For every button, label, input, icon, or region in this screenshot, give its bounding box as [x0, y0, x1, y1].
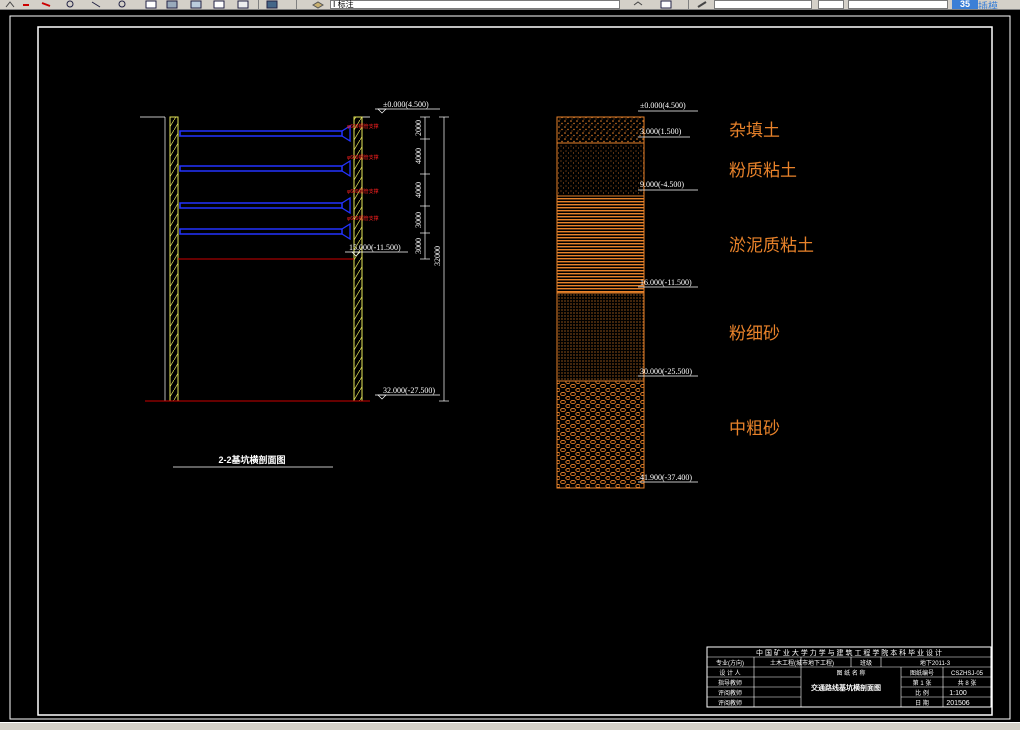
- soil-elevation-2: 3.000(1.500): [638, 127, 690, 138]
- tb-school: 中 国 矿 业 大 学 力 学 与 建 筑 工 程 学 院 本 科 毕 业 设 …: [756, 648, 942, 657]
- tb-drawing-no: CSZHSJ-05: [951, 671, 984, 677]
- soil-elevation-text-6: 41.900(-37.400): [640, 473, 692, 482]
- tb-major-label: 专业(方向): [716, 659, 744, 667]
- tb-class-label: 班级: [860, 659, 872, 667]
- soil-elevation-text-5: 30.000(-25.500): [640, 367, 692, 376]
- tb-sheet-label: 第 1 张: [913, 679, 932, 687]
- soil-elevation-3: 9.000(-4.500): [638, 180, 698, 191]
- dim-text-5: 3000: [414, 238, 423, 254]
- soil-layer-3: [556, 195, 645, 294]
- cad-window: { "toolbar": { "layer_label": "Ⅰ 标注", "r…: [0, 0, 1020, 730]
- soil-elevation-text-1: ±0.000(4.500): [640, 101, 686, 110]
- tb-scale-label: 比 例: [915, 689, 929, 697]
- tb-major-value: 土木工程(城市地下工程): [770, 659, 834, 667]
- section-title: 2-2基坑横剖面图: [218, 454, 285, 465]
- soil-layer-name-5: 中粗砂: [729, 419, 780, 438]
- elevation-text-mid: 15.000(-11.500): [349, 243, 401, 252]
- steel-strut-2: [179, 159, 351, 178]
- dim-text-4: 3000: [414, 212, 423, 228]
- soil-elevation-5: 30.000(-25.500): [638, 367, 698, 377]
- soil-column[interactable]: ±0.000(4.500) 3.000(1.500) 9.000(-4.500)…: [556, 101, 814, 489]
- soil-elevation-text-4: 16.000(-11.500): [640, 278, 692, 287]
- drawing-canvas[interactable]: φ609钢管支撑 φ609钢管支撑 φ609钢管支撑 φ609钢管支撑 ±0.0…: [0, 0, 1020, 722]
- sheet-inner-frame: [37, 26, 993, 716]
- strut-label-1: φ609钢管支撑: [347, 123, 379, 130]
- strut-label-3: φ609钢管支撑: [347, 188, 379, 195]
- tb-scale-value: 1:100: [949, 690, 967, 697]
- excavation-section[interactable]: φ609钢管支撑 φ609钢管支撑 φ609钢管支撑 φ609钢管支撑 ±0.0…: [140, 100, 449, 468]
- soil-elevation-text-2: 3.000(1.500): [640, 127, 682, 136]
- dim-text-2: 4000: [414, 148, 423, 164]
- soil-elevation-6: 41.900(-37.400): [638, 473, 698, 483]
- title-block[interactable]: 中 国 矿 业 大 学 力 学 与 建 筑 工 程 学 院 本 科 毕 业 设 …: [706, 646, 992, 708]
- elevation-mark-bottom: 32.000(-27.500): [375, 386, 440, 400]
- dim-text-3: 4000: [414, 182, 423, 198]
- steel-strut-3: [179, 196, 351, 215]
- soil-elevation-text-3: 9.000(-4.500): [640, 180, 684, 189]
- soil-layer-name-1: 杂填土: [729, 121, 780, 140]
- elevation-mark-mid: 15.000(-11.500): [345, 243, 408, 257]
- dim-text-total: 32000: [433, 246, 442, 266]
- strut-label-4: φ609钢管支撑: [347, 215, 379, 222]
- soil-layer-4: [556, 292, 645, 382]
- elevation-text-bottom: 32.000(-27.500): [383, 386, 435, 395]
- dim-text-1: 2000: [414, 120, 423, 136]
- sheet-outer-frame: [9, 15, 1011, 720]
- elevation-mark-top: ±0.000(4.500): [375, 100, 440, 114]
- soil-layer-5: [556, 380, 645, 489]
- strut-label-2: φ609钢管支撑: [347, 154, 379, 161]
- soil-layer-2: [556, 142, 645, 197]
- diaphragm-wall-left: [169, 116, 179, 402]
- tb-designer-label: 设 计 人: [719, 669, 740, 677]
- tb-class-value: 地下2011-3: [920, 659, 951, 667]
- tb-sheet-total: 共 8 张: [958, 679, 977, 687]
- tb-drawing-name: 交通路线基坑横剖面图: [811, 683, 881, 692]
- elevation-text-top: ±0.000(4.500): [383, 100, 429, 109]
- soil-layer-name-4: 粉细砂: [729, 324, 780, 343]
- soil-layer-name-3: 淤泥质粘土: [729, 236, 814, 255]
- status-bar: [0, 722, 1020, 730]
- soil-layer-name-2: 粉质粘土: [729, 161, 797, 180]
- soil-elevation-1: ±0.000(4.500): [638, 101, 698, 112]
- steel-strut-4: [179, 222, 351, 241]
- tb-reviewer2-label: 评阅教师: [718, 699, 742, 707]
- tb-date-value: 201506: [946, 700, 969, 707]
- tb-reviewer1-label: 评阅教师: [718, 689, 742, 697]
- steel-strut-1: [179, 124, 351, 143]
- soil-elevation-4: 16.000(-11.500): [638, 278, 698, 288]
- tb-drawing-name-label: 图 纸 名 称: [836, 669, 865, 677]
- tb-drawing-no-label: 图纸编号: [910, 669, 934, 677]
- tb-date-label: 日 期: [915, 699, 929, 707]
- dimension-chain: 2000 4000 4000 3000 3000 32000: [414, 116, 449, 402]
- soil-layer-1: [556, 116, 645, 144]
- tb-advisor-label: 指导教师: [718, 679, 742, 687]
